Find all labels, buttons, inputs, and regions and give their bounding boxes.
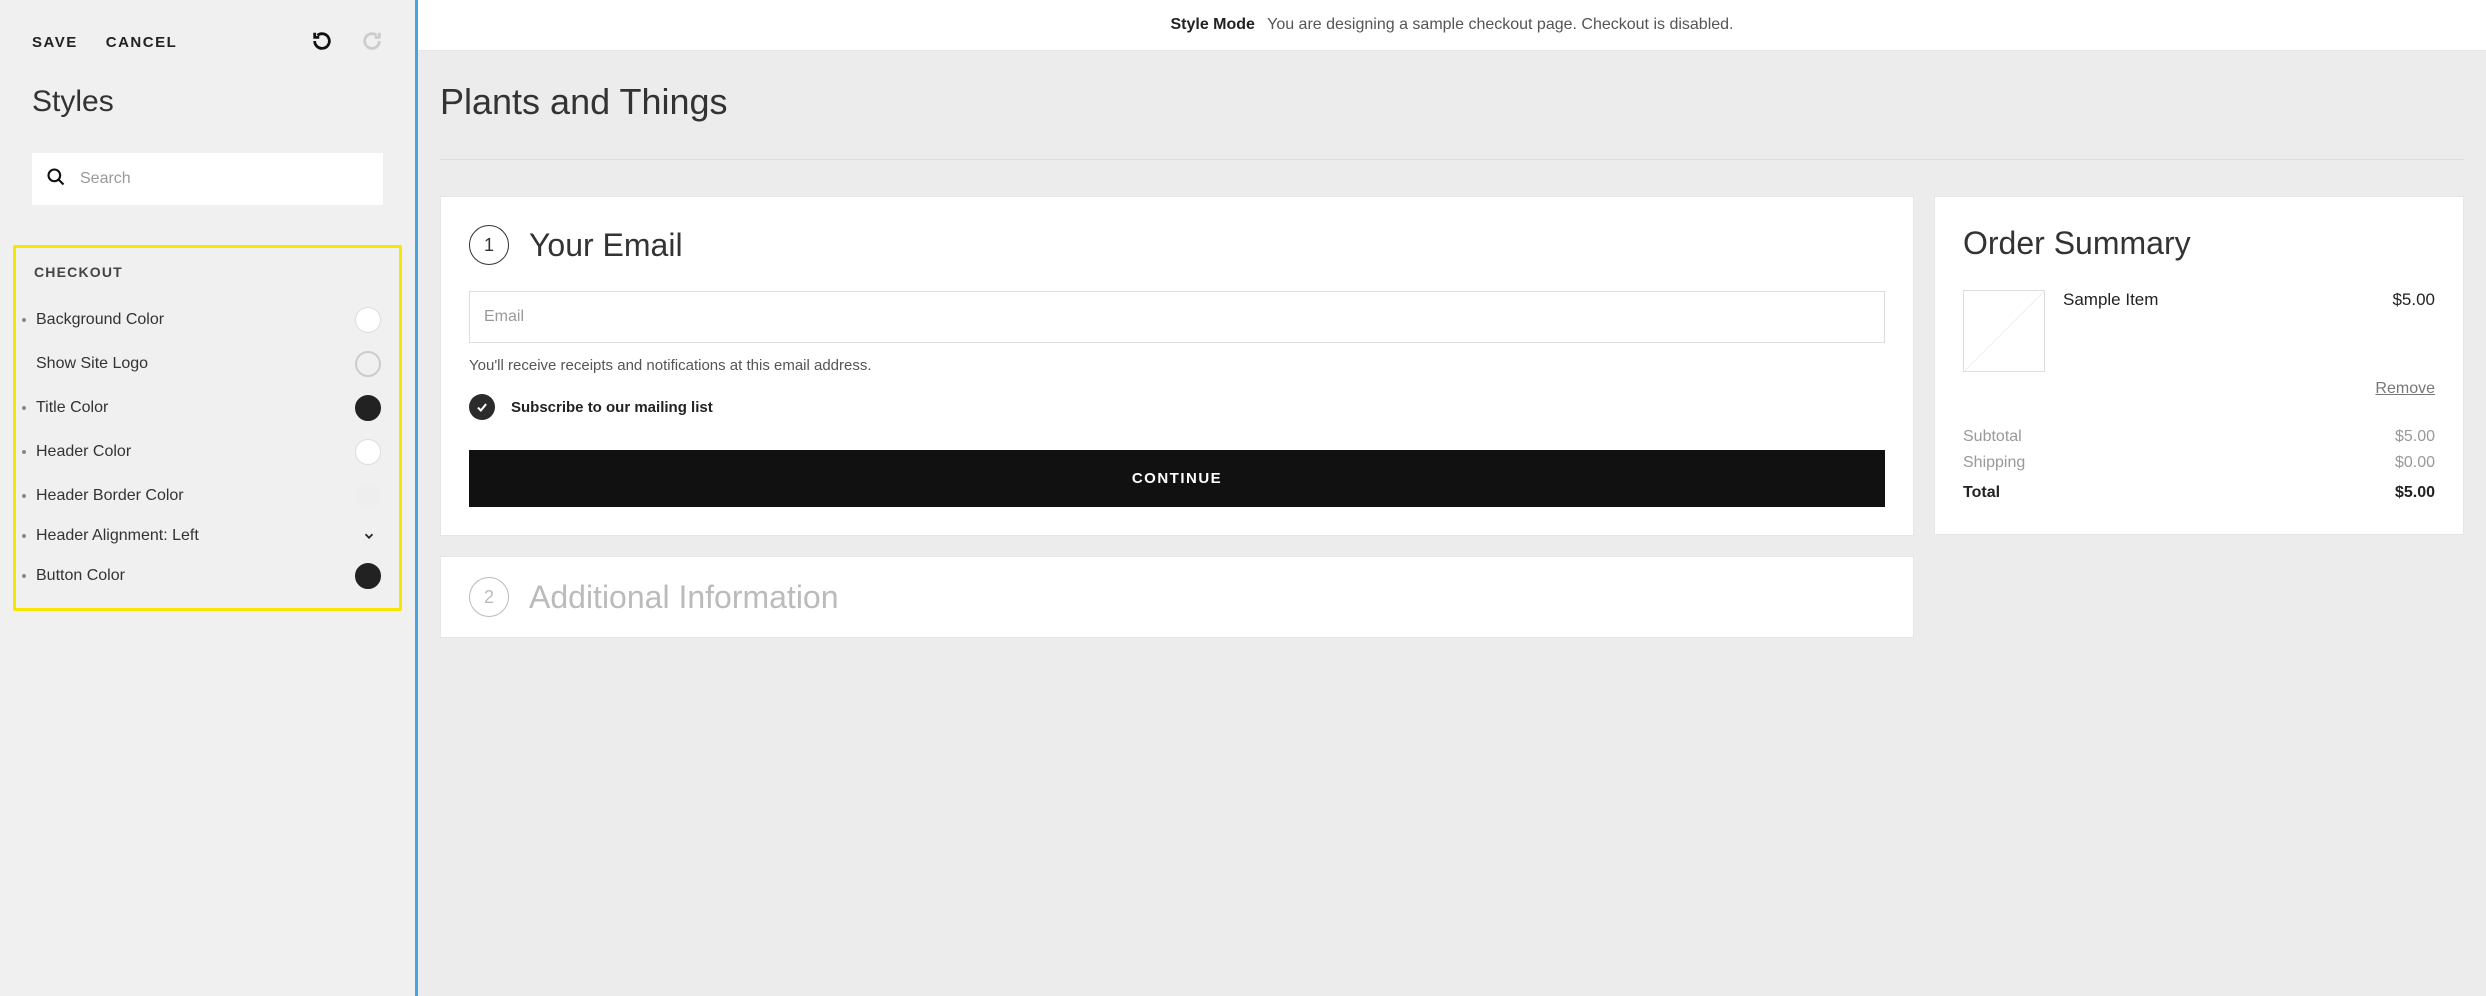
remove-item-link[interactable]: Remove xyxy=(1963,380,2435,398)
bullet-icon xyxy=(22,450,26,454)
section-header-checkout: CHECKOUT xyxy=(16,258,399,298)
summary-subtotal: Subtotal $5.00 xyxy=(1963,424,2435,450)
search-icon xyxy=(46,167,66,191)
item-thumbnail-placeholder xyxy=(1963,290,2045,372)
notice-text: You are designing a sample checkout page… xyxy=(1267,16,1733,33)
row-button-color[interactable]: Button Color xyxy=(16,554,399,598)
subtotal-label: Subtotal xyxy=(1963,428,2022,446)
bullet-icon xyxy=(22,574,26,578)
bullet-icon xyxy=(22,494,26,498)
color-swatch-grey[interactable] xyxy=(355,483,381,509)
row-label: Header Color xyxy=(36,443,131,461)
summary-shipping: Shipping $0.00 xyxy=(1963,450,2435,476)
preview-pane: Style Mode You are designing a sample ch… xyxy=(415,0,2486,996)
row-label: Button Color xyxy=(36,567,125,585)
total-label: Total xyxy=(1963,484,2000,502)
redo-button[interactable] xyxy=(361,30,383,55)
continue-button[interactable]: CONTINUE xyxy=(469,450,1885,507)
email-input[interactable] xyxy=(469,291,1885,343)
summary-total: Total $5.00 xyxy=(1963,480,2435,506)
redo-icon xyxy=(361,30,383,55)
bullet-icon xyxy=(22,318,26,322)
row-show-site-logo[interactable]: Show Site Logo xyxy=(16,342,399,386)
panel-order-summary: Order Summary Sample Item $5.00 Remove S… xyxy=(1934,196,2464,535)
subscribe-row[interactable]: Subscribe to our mailing list xyxy=(469,394,1885,420)
row-background-color[interactable]: Background Color xyxy=(16,298,399,342)
styles-sidebar: SAVE CANCEL xyxy=(0,0,415,996)
row-label: Background Color xyxy=(36,311,164,329)
step-title-email: Your Email xyxy=(529,227,683,264)
toggle-off-icon[interactable] xyxy=(355,351,381,377)
row-header-alignment[interactable]: Header Alignment: Left xyxy=(16,518,399,554)
item-price: $5.00 xyxy=(2392,290,2435,372)
panel-your-email: 1 Your Email You'll receive receipts and… xyxy=(440,196,1914,536)
search-input[interactable] xyxy=(80,170,369,188)
cancel-button[interactable]: CANCEL xyxy=(106,34,178,51)
color-swatch-white[interactable] xyxy=(355,439,381,465)
step-title-additional: Additional Information xyxy=(529,579,839,616)
bullet-spacer xyxy=(22,362,26,366)
email-hint: You'll receive receipts and notification… xyxy=(469,357,1885,374)
sidebar-title: Styles xyxy=(18,85,397,139)
site-title: Plants and Things xyxy=(440,81,2464,160)
save-button[interactable]: SAVE xyxy=(32,34,78,51)
row-label: Title Color xyxy=(36,399,108,417)
bullet-icon xyxy=(22,406,26,410)
row-header-color[interactable]: Header Color xyxy=(16,430,399,474)
step-number-2: 2 xyxy=(469,577,509,617)
shipping-value: $0.00 xyxy=(2395,454,2435,472)
order-summary-title: Order Summary xyxy=(1963,225,2435,262)
undo-icon xyxy=(311,30,333,55)
style-mode-notice: Style Mode You are designing a sample ch… xyxy=(418,0,2486,51)
total-value: $5.00 xyxy=(2395,484,2435,502)
color-swatch-white[interactable] xyxy=(355,307,381,333)
step-number-1: 1 xyxy=(469,225,509,265)
shipping-label: Shipping xyxy=(1963,454,2025,472)
undo-button[interactable] xyxy=(311,30,333,55)
item-name: Sample Item xyxy=(2063,290,2158,372)
bullet-icon xyxy=(22,534,26,538)
row-label: Show Site Logo xyxy=(36,355,148,373)
sidebar-toolbar: SAVE CANCEL xyxy=(18,0,397,85)
color-swatch-black[interactable] xyxy=(355,563,381,589)
chevron-down-icon xyxy=(357,529,381,543)
subtotal-value: $5.00 xyxy=(2395,428,2435,446)
summary-item-row: Sample Item $5.00 xyxy=(1963,290,2435,372)
row-label: Header Alignment: Left xyxy=(36,527,199,545)
panel-additional-info: 2 Additional Information xyxy=(440,556,1914,638)
checkout-section-highlight: CHECKOUT Background Color Show Site Logo xyxy=(13,245,402,611)
search-box[interactable] xyxy=(32,153,383,205)
color-swatch-black[interactable] xyxy=(355,395,381,421)
subscribe-label: Subscribe to our mailing list xyxy=(511,399,713,416)
check-icon xyxy=(469,394,495,420)
row-title-color[interactable]: Title Color xyxy=(16,386,399,430)
row-header-border-color[interactable]: Header Border Color xyxy=(16,474,399,518)
row-label: Header Border Color xyxy=(36,487,184,505)
notice-strong: Style Mode xyxy=(1170,16,1254,33)
